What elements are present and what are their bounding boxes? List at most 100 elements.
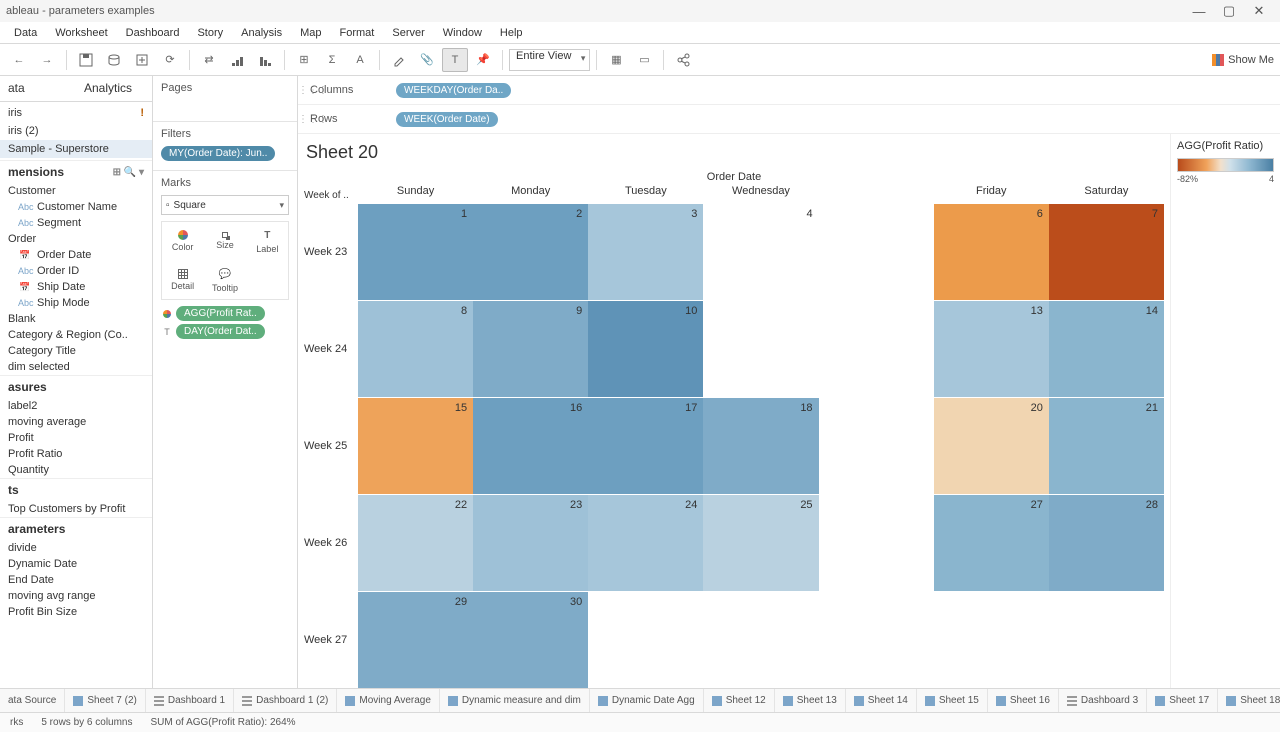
field-item[interactable]: AbcCustomer Name — [0, 199, 152, 215]
mark-pill[interactable]: AGG(Profit Rat.. — [176, 306, 265, 321]
new-sheet-button[interactable] — [129, 48, 155, 72]
menu-worksheet[interactable]: Worksheet — [47, 25, 115, 41]
field-item[interactable]: Order — [0, 231, 152, 247]
column-header[interactable]: Tuesday — [588, 185, 703, 203]
calendar-cell[interactable]: 3 — [588, 204, 703, 300]
calendar-cell[interactable]: 13 — [934, 301, 1049, 397]
column-header[interactable]: Wednesday — [703, 185, 818, 203]
menu-format[interactable]: Format — [332, 25, 383, 41]
column-header[interactable]: Sunday — [358, 185, 473, 203]
filter-pill[interactable]: MY(Order Date): Jun.. — [161, 146, 275, 161]
menu-map[interactable]: Map — [292, 25, 329, 41]
show-me-button[interactable]: Show Me — [1212, 54, 1274, 66]
menu-analysis[interactable]: Analysis — [233, 25, 290, 41]
row-header[interactable]: Week 24 — [304, 301, 358, 397]
calendar-cell[interactable]: 6 — [934, 204, 1049, 300]
data-source-item[interactable]: iris (2) — [0, 122, 152, 140]
marks-label[interactable]: Label — [247, 222, 288, 260]
row-header[interactable]: Week 26 — [304, 495, 358, 591]
field-item[interactable]: Category & Region (Co.. — [0, 327, 152, 343]
field-item[interactable]: Top Customers by Profit — [0, 501, 152, 517]
menu-dashboard[interactable]: Dashboard — [118, 25, 188, 41]
tab-analytics[interactable]: Analytics — [76, 76, 152, 101]
column-header[interactable]: Monday — [473, 185, 588, 203]
calendar-cell[interactable]: 16 — [473, 398, 588, 494]
minimize-button[interactable]: — — [1184, 0, 1214, 22]
sheet-tab[interactable]: Sheet 16 — [988, 689, 1059, 712]
sheet-title[interactable]: Sheet 20 — [304, 140, 1164, 171]
sheet-tab[interactable]: ata Source — [0, 689, 65, 712]
calendar-cell[interactable]: 28 — [1049, 495, 1164, 591]
fit-dropdown[interactable]: Entire View — [509, 49, 590, 71]
field-item[interactable]: Profit Ratio — [0, 446, 152, 462]
row-header[interactable]: Week 27 — [304, 592, 358, 688]
sort-asc-button[interactable] — [224, 48, 250, 72]
back-button[interactable]: ← — [6, 48, 32, 72]
calendar-cell[interactable]: 21 — [1049, 398, 1164, 494]
field-item[interactable]: AbcSegment — [0, 215, 152, 231]
sheet-tab[interactable]: Sheet 14 — [846, 689, 917, 712]
field-item[interactable]: AbcOrder ID — [0, 263, 152, 279]
sheet-tab[interactable]: Moving Average — [337, 689, 440, 712]
row-header[interactable]: Week 23 — [304, 204, 358, 300]
attach-button[interactable]: 📎 — [414, 48, 440, 72]
calendar-cell[interactable]: 8 — [358, 301, 473, 397]
calendar-cell[interactable]: 25 — [703, 495, 818, 591]
mark-pill[interactable]: DAY(Order Dat.. — [176, 324, 265, 339]
refresh-button[interactable]: ⟳ — [157, 48, 183, 72]
abc-button[interactable]: A — [347, 48, 373, 72]
menu-data[interactable]: Data — [6, 25, 45, 41]
marks-type-dropdown[interactable]: ▫ Square — [161, 195, 289, 215]
color-legend[interactable]: AGG(Profit Ratio) -82% 4 — [1170, 134, 1280, 688]
sheet-tab[interactable]: Sheet 13 — [775, 689, 846, 712]
rows-pill[interactable]: WEEK(Order Date) — [396, 112, 498, 127]
field-item[interactable]: 📅Ship Date — [0, 279, 152, 295]
column-header[interactable]: Friday — [934, 185, 1049, 203]
marks-detail[interactable]: Detail — [162, 261, 203, 299]
sheet-tab[interactable]: Dashboard 1 (2) — [234, 689, 337, 712]
field-item[interactable]: label2 — [0, 398, 152, 414]
totals-button[interactable]: Σ — [319, 48, 345, 72]
column-header[interactable]: Saturday — [1049, 185, 1164, 203]
presentation-button[interactable]: ▭ — [631, 48, 657, 72]
data-source-item[interactable]: iris! — [0, 104, 152, 122]
marks-color[interactable]: Color — [162, 222, 203, 260]
tab-data[interactable]: ata — [0, 76, 76, 101]
row-header[interactable]: Week 25 — [304, 398, 358, 494]
sheet-tab[interactable]: Sheet 7 (2) — [65, 689, 145, 712]
sort-desc-button[interactable] — [252, 48, 278, 72]
calendar-cell[interactable]: 18 — [703, 398, 818, 494]
calendar-cell[interactable]: 29 — [358, 592, 473, 688]
field-item[interactable]: Blank — [0, 311, 152, 327]
field-item[interactable]: moving avg range — [0, 588, 152, 604]
group-button[interactable]: ⊞ — [291, 48, 317, 72]
highlight-button[interactable] — [386, 48, 412, 72]
sheet-tab[interactable]: Sheet 18 — [1218, 689, 1280, 712]
columns-pill[interactable]: WEEKDAY(Order Da.. — [396, 83, 511, 98]
sheet-tab[interactable]: Dashboard 1 — [146, 689, 234, 712]
calendar-cell[interactable]: 24 — [588, 495, 703, 591]
field-item[interactable]: End Date — [0, 572, 152, 588]
calendar-cell[interactable]: 20 — [934, 398, 1049, 494]
calendar-cell[interactable]: 4 — [703, 204, 818, 300]
pin-button[interactable]: 📌 — [470, 48, 496, 72]
new-data-button[interactable] — [101, 48, 127, 72]
marks-tooltip[interactable]: Tooltip — [204, 261, 245, 299]
sheet-tab[interactable]: Sheet 12 — [704, 689, 775, 712]
menu-window[interactable]: Window — [435, 25, 490, 41]
calendar-cell[interactable]: 2 — [473, 204, 588, 300]
column-header[interactable] — [819, 185, 934, 203]
menu-help[interactable]: Help — [492, 25, 531, 41]
field-item[interactable]: divide — [0, 540, 152, 556]
show-labels-button[interactable]: T — [442, 48, 468, 72]
data-source-item[interactable]: Sample - Superstore — [0, 140, 152, 158]
calendar-cell[interactable]: 1 — [358, 204, 473, 300]
swap-button[interactable]: ⇄ — [196, 48, 222, 72]
sheet-tab[interactable]: Sheet 15 — [917, 689, 988, 712]
calendar-cell[interactable]: 23 — [473, 495, 588, 591]
field-item[interactable]: dim selected — [0, 359, 152, 375]
calendar-cell[interactable]: 30 — [473, 592, 588, 688]
field-item[interactable]: 📅Order Date — [0, 247, 152, 263]
calendar-cell[interactable]: 14 — [1049, 301, 1164, 397]
sheet-tab[interactable]: Dynamic Date Agg — [590, 689, 704, 712]
